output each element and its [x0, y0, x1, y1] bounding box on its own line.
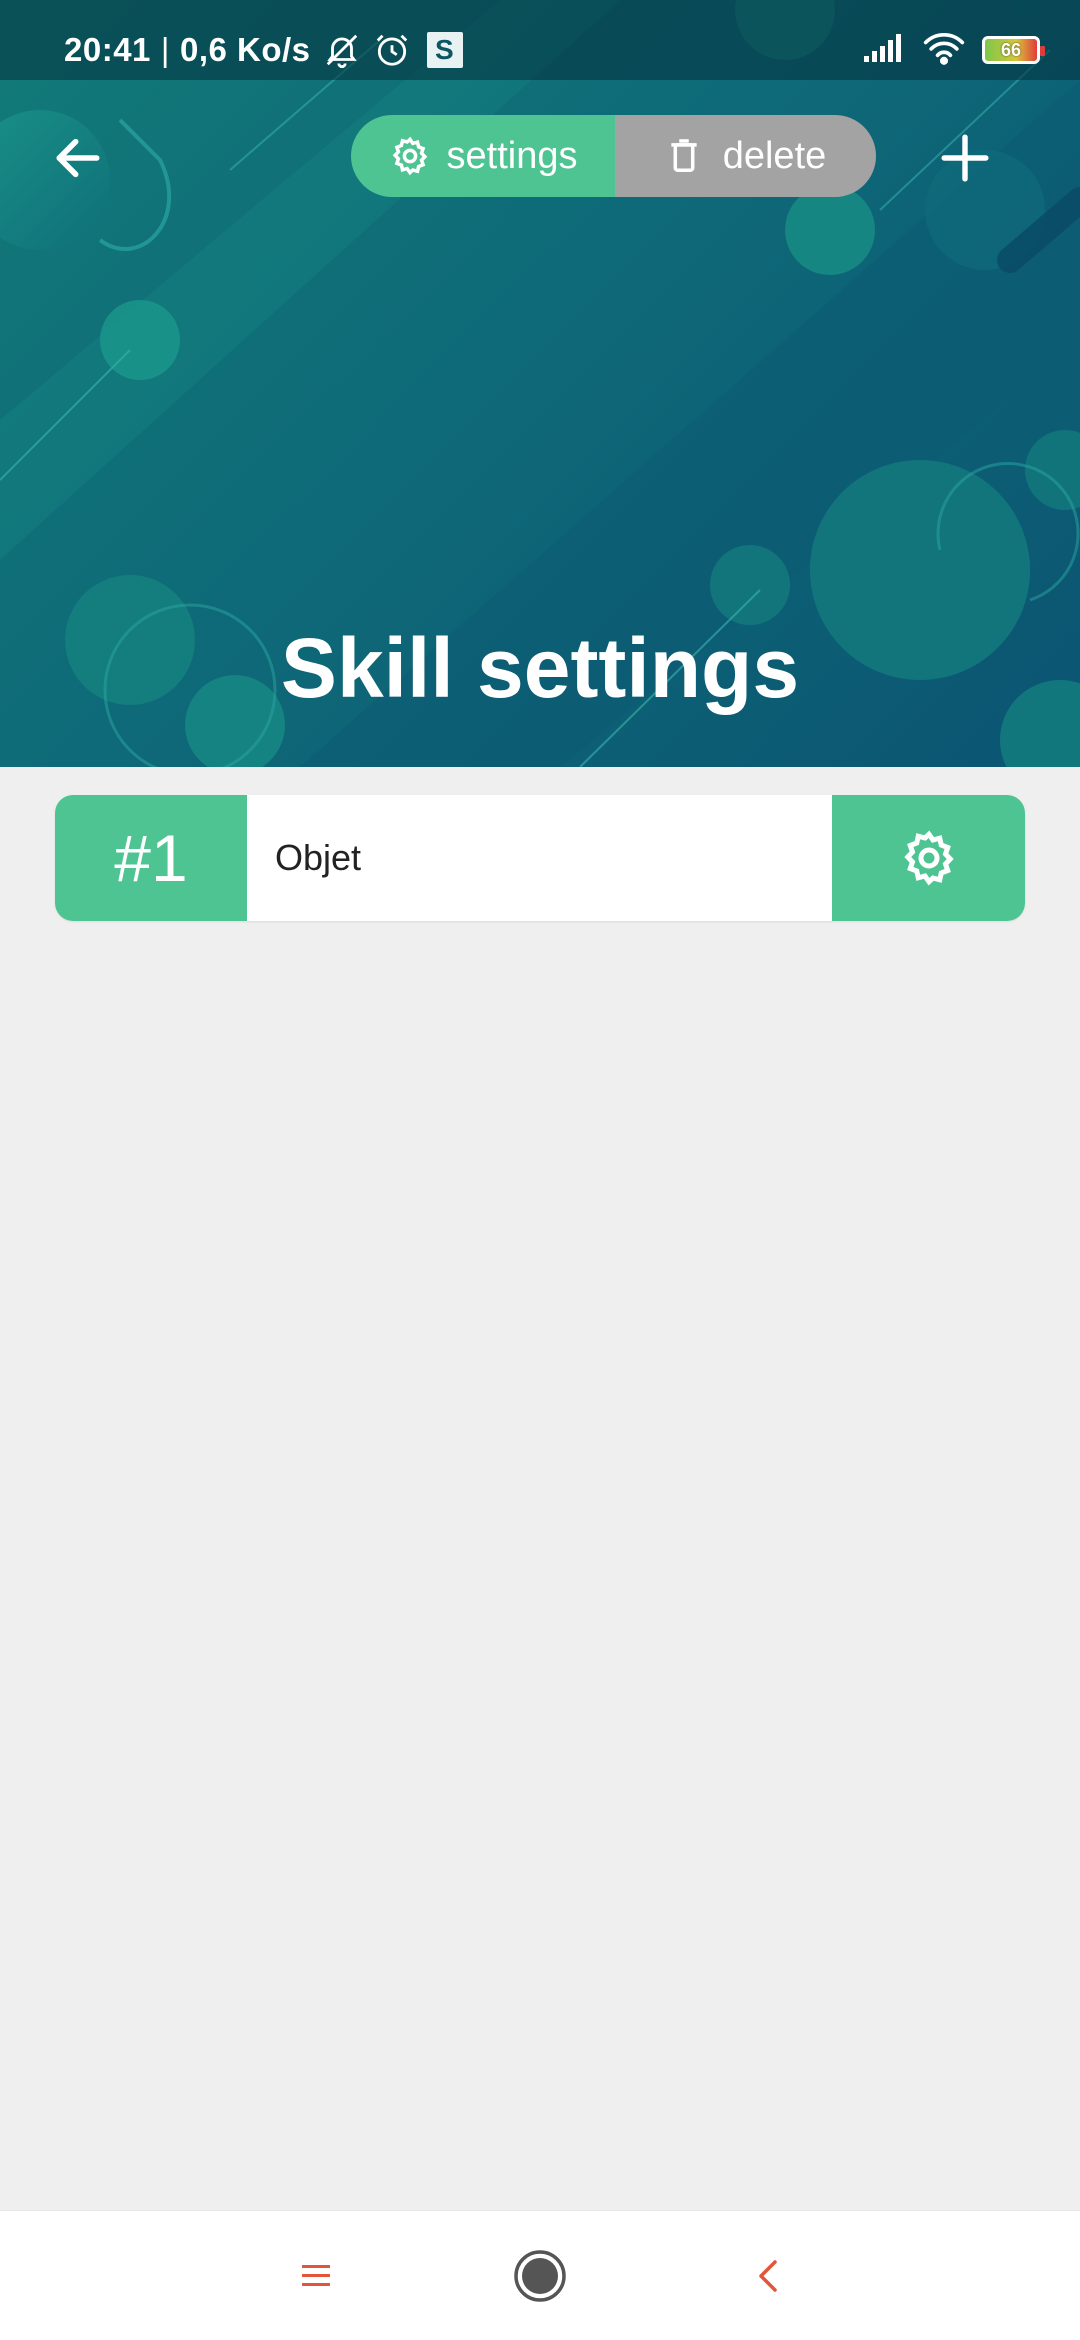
- gear-icon: [903, 830, 954, 886]
- header-banner: 20:41 | 0,6 Ko/s S 66 settings delete Sk…: [0, 0, 1080, 767]
- back-button[interactable]: [40, 120, 116, 196]
- skill-row[interactable]: #1 Objet: [55, 795, 1025, 921]
- status-right: 66: [862, 0, 1045, 100]
- status-left: 20:41 | 0,6 Ko/s S: [64, 0, 463, 100]
- back-chevron-icon: [759, 2260, 777, 2292]
- skill-settings-button[interactable]: [832, 795, 1025, 921]
- add-button[interactable]: [925, 118, 1005, 198]
- status-separator: |: [160, 31, 170, 68]
- nav-back-button[interactable]: [708, 2211, 828, 2340]
- signal-icon: [862, 32, 906, 69]
- trash-icon: [671, 139, 697, 172]
- page-title: Skill settings: [280, 621, 800, 715]
- home-icon: [514, 2250, 566, 2302]
- back-arrow-icon: [56, 138, 100, 178]
- status-bar: 20:41 | 0,6 Ko/s S 66: [0, 0, 1080, 80]
- menu-icon: [302, 2265, 330, 2286]
- plus-icon: [941, 134, 989, 182]
- battery-level: 66: [1000, 39, 1022, 60]
- status-time: 20:41: [64, 31, 151, 68]
- nav-menu-button[interactable]: [257, 2211, 377, 2340]
- app-badge: S: [426, 32, 463, 68]
- mute-bell-icon: [323, 31, 361, 69]
- gear-icon: [392, 136, 427, 176]
- action-pill: settings delete: [351, 115, 876, 197]
- battery-icon: 66: [982, 36, 1045, 64]
- skill-number: #1: [55, 795, 247, 921]
- network-speed: 0,6 Ko/s: [179, 31, 311, 68]
- system-nav-bar: [0, 2210, 1080, 2340]
- settings-button[interactable]: settings: [351, 115, 615, 197]
- settings-label: settings: [446, 134, 578, 177]
- wifi-icon: [922, 31, 966, 70]
- delete-button[interactable]: delete: [615, 115, 876, 197]
- alarm-clock-icon: [373, 31, 411, 69]
- skill-name[interactable]: Objet: [247, 795, 832, 921]
- delete-label: delete: [722, 134, 827, 177]
- nav-home-button[interactable]: [480, 2211, 600, 2340]
